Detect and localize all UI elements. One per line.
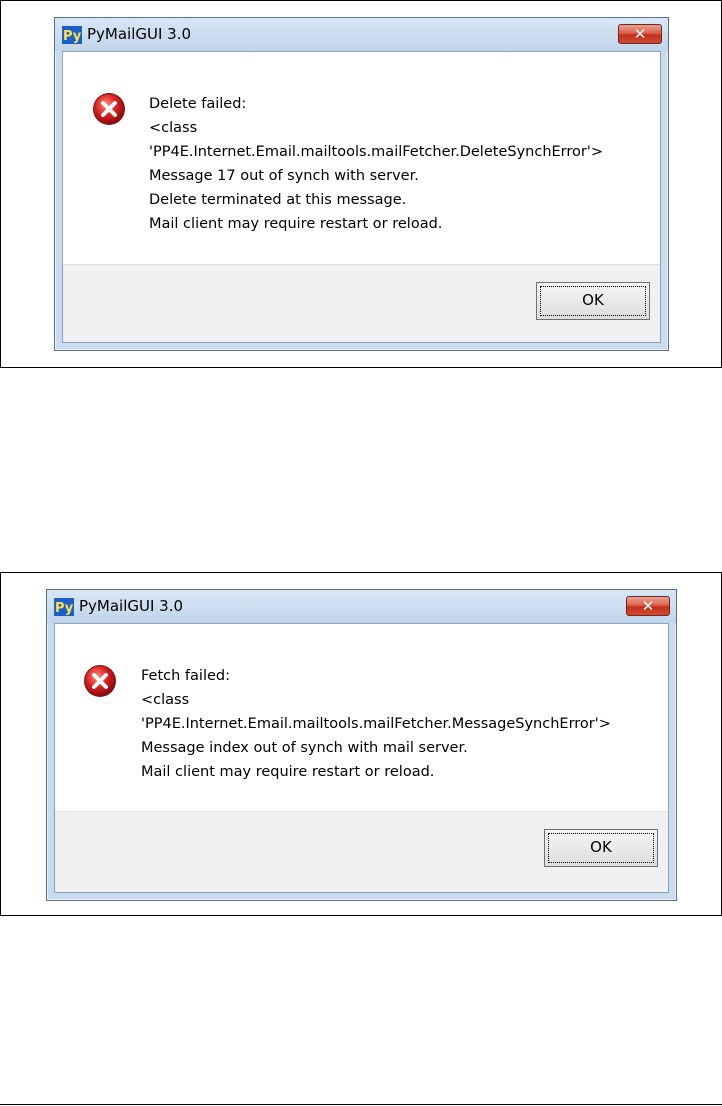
error-dialog-fetch: Py PyMailGUI 3.0 ✕ Fetch failed: <class …	[46, 589, 677, 901]
message-line: Mail client may require restart or reloa…	[149, 216, 443, 232]
error-icon	[93, 93, 125, 125]
python-app-icon: Py	[54, 598, 74, 616]
message-line: Message index out of synch with mail ser…	[141, 740, 468, 756]
message-line: <class	[149, 120, 198, 136]
window-title: PyMailGUI 3.0	[79, 597, 184, 615]
message-line: Delete terminated at this message.	[149, 192, 407, 208]
title-bar[interactable]: Py PyMailGUI 3.0 ✕	[47, 590, 676, 623]
title-bar[interactable]: Py PyMailGUI 3.0 ✕	[55, 18, 668, 51]
button-area: OK	[55, 811, 668, 892]
ok-button[interactable]: OK	[536, 282, 650, 320]
dialog-body: Delete failed: <class 'PP4E.Internet.Ema…	[62, 51, 661, 343]
error-message: Fetch failed: <class 'PP4E.Internet.Emai…	[141, 664, 611, 784]
python-app-icon: Py	[62, 26, 82, 44]
message-line: Mail client may require restart or reloa…	[141, 764, 435, 780]
message-line: Delete failed:	[149, 96, 247, 112]
svg-text:Py: Py	[55, 601, 74, 616]
close-button[interactable]: ✕	[618, 24, 662, 44]
page-rule	[0, 1104, 722, 1105]
button-area: OK	[63, 264, 660, 342]
error-icon	[84, 665, 116, 697]
window-title: PyMailGUI 3.0	[87, 25, 192, 43]
error-dialog-delete: Py PyMailGUI 3.0 ✕ Delete failed: <class…	[54, 17, 669, 351]
figure-frame-2: Py PyMailGUI 3.0 ✕ Fetch failed: <class …	[0, 572, 722, 916]
message-line: <class	[141, 692, 190, 708]
dialog-body: Fetch failed: <class 'PP4E.Internet.Emai…	[54, 623, 669, 893]
message-line: 'PP4E.Internet.Email.mailtools.mailFetch…	[141, 716, 611, 732]
message-line: Fetch failed:	[141, 668, 230, 684]
message-line: Message 17 out of synch with server.	[149, 168, 419, 184]
figure-frame-1: Py PyMailGUI 3.0 ✕ Delete failed: <class…	[0, 0, 722, 368]
error-message: Delete failed: <class 'PP4E.Internet.Ema…	[149, 92, 603, 236]
ok-button[interactable]: OK	[544, 829, 658, 867]
svg-text:Py: Py	[63, 29, 82, 44]
close-button[interactable]: ✕	[626, 596, 670, 616]
message-line: 'PP4E.Internet.Email.mailtools.mailFetch…	[149, 144, 603, 160]
